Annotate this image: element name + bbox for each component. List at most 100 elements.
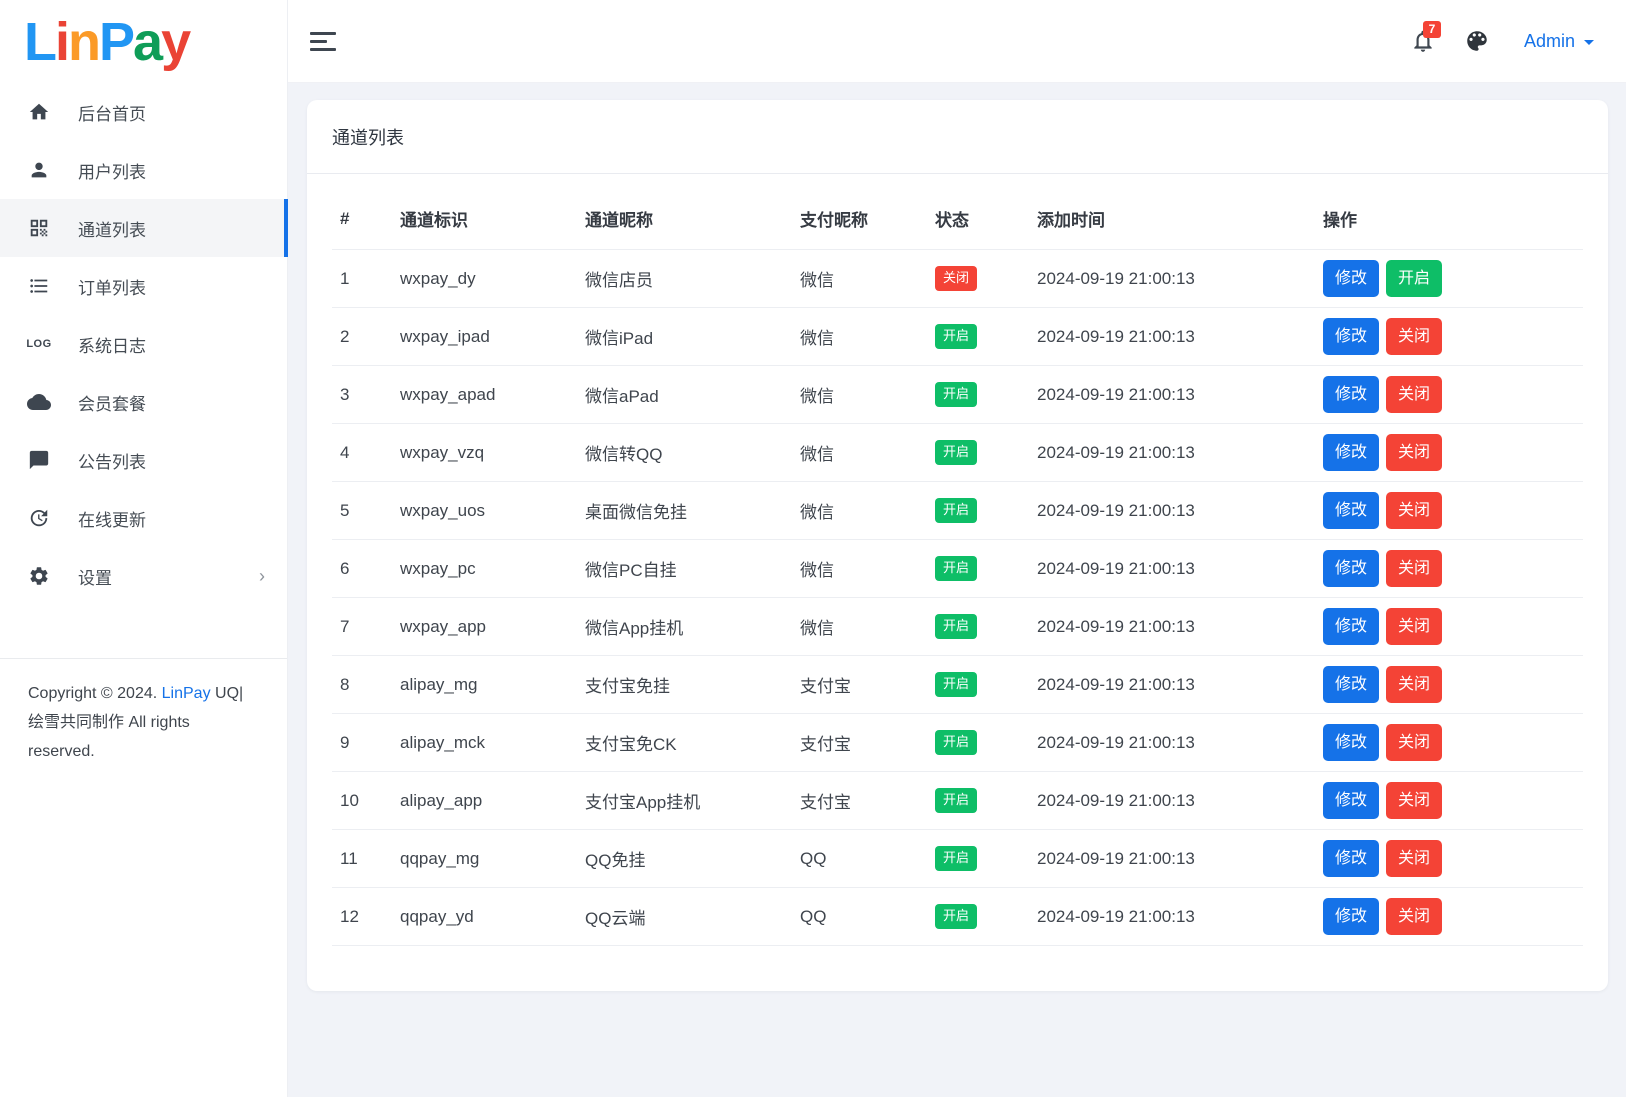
theme-button[interactable] xyxy=(1464,28,1490,54)
sidebar-toggle-icon[interactable] xyxy=(310,27,336,56)
disable-button[interactable]: 关闭 xyxy=(1386,724,1442,761)
sidebar-item-notices[interactable]: 公告列表 xyxy=(0,431,287,489)
edit-button[interactable]: 修改 xyxy=(1323,782,1379,819)
table-row: 10alipay_app支付宝App挂机支付宝开启2024-09-19 21:0… xyxy=(332,772,1583,830)
brand-logo[interactable]: LinPay xyxy=(0,0,287,83)
edit-button[interactable]: 修改 xyxy=(1323,898,1379,935)
card-body: #通道标识通道昵称支付昵称状态添加时间操作 1wxpay_dy微信店员微信关闭2… xyxy=(307,174,1608,991)
status-badge: 开启 xyxy=(935,382,977,406)
chevron-down-icon xyxy=(1584,40,1594,45)
copyright-brand-link[interactable]: LinPay xyxy=(162,685,211,702)
edit-button[interactable]: 修改 xyxy=(1323,376,1379,413)
main-area: 7 Admin 通道列表 xyxy=(288,0,1626,1097)
column-header: # xyxy=(332,194,392,250)
message-icon xyxy=(27,448,51,472)
row-index: 12 xyxy=(332,888,392,946)
user-menu[interactable]: Admin xyxy=(1524,31,1594,52)
channel-nickname: 微信转QQ xyxy=(577,424,792,482)
channel-nickname: 微信App挂机 xyxy=(577,598,792,656)
disable-button[interactable]: 关闭 xyxy=(1386,550,1442,587)
status-badge: 开启 xyxy=(935,498,977,522)
edit-button[interactable]: 修改 xyxy=(1323,608,1379,645)
table-row: 9alipay_mck支付宝免CK支付宝开启2024-09-19 21:00:1… xyxy=(332,714,1583,772)
topbar-right: 7 Admin xyxy=(1410,28,1594,54)
sidebar-item-label: 会员套餐 xyxy=(78,390,146,415)
sidebar-item-label: 设置 xyxy=(78,564,112,589)
palette-icon xyxy=(1464,28,1490,54)
actions-cell: 修改关闭 xyxy=(1315,366,1583,424)
channel-nickname: 微信aPad xyxy=(577,366,792,424)
actions-cell: 修改关闭 xyxy=(1315,424,1583,482)
disable-button[interactable]: 关闭 xyxy=(1386,840,1442,877)
card-title: 通道列表 xyxy=(307,100,1608,174)
disable-button[interactable]: 关闭 xyxy=(1386,898,1442,935)
actions-cell: 修改关闭 xyxy=(1315,540,1583,598)
home-icon xyxy=(27,100,51,124)
disable-button[interactable]: 关闭 xyxy=(1386,666,1442,703)
table-row: 3wxpay_apad微信aPad微信开启2024-09-19 21:00:13… xyxy=(332,366,1583,424)
status-cell: 开启 xyxy=(927,366,1029,424)
channel-table: #通道标识通道昵称支付昵称状态添加时间操作 1wxpay_dy微信店员微信关闭2… xyxy=(332,194,1583,946)
row-index: 9 xyxy=(332,714,392,772)
channel-code: wxpay_dy xyxy=(392,250,577,308)
table-row: 2wxpay_ipad微信iPad微信开启2024-09-19 21:00:13… xyxy=(332,308,1583,366)
sidebar-item-syslog[interactable]: LOG系统日志 xyxy=(0,315,287,373)
brand-letter: a xyxy=(133,11,161,73)
brand-letter: i xyxy=(55,11,68,73)
added-time: 2024-09-19 21:00:13 xyxy=(1029,772,1315,830)
sidebar-item-orders[interactable]: 订单列表 xyxy=(0,257,287,315)
enable-button[interactable]: 开启 xyxy=(1386,260,1442,297)
disable-button[interactable]: 关闭 xyxy=(1386,608,1442,645)
disable-button[interactable]: 关闭 xyxy=(1386,782,1442,819)
sidebar-item-users[interactable]: 用户列表 xyxy=(0,141,287,199)
sidebar-item-settings[interactable]: 设置 › xyxy=(0,547,287,605)
edit-button[interactable]: 修改 xyxy=(1323,724,1379,761)
channel-nickname: 微信PC自挂 xyxy=(577,540,792,598)
channel-nickname: QQ云端 xyxy=(577,888,792,946)
status-cell: 开启 xyxy=(927,482,1029,540)
sidebar-item-label: 订单列表 xyxy=(78,274,146,299)
gear-icon xyxy=(27,564,51,588)
pay-nickname: 支付宝 xyxy=(792,714,927,772)
table-row: 12qqpay_ydQQ云端QQ开启2024-09-19 21:00:13修改关… xyxy=(332,888,1583,946)
row-index: 10 xyxy=(332,772,392,830)
edit-button[interactable]: 修改 xyxy=(1323,318,1379,355)
pay-nickname: QQ xyxy=(792,888,927,946)
disable-button[interactable]: 关闭 xyxy=(1386,492,1442,529)
row-index: 8 xyxy=(332,656,392,714)
disable-button[interactable]: 关闭 xyxy=(1386,318,1442,355)
status-cell: 开启 xyxy=(927,830,1029,888)
actions-cell: 修改开启 xyxy=(1315,250,1583,308)
status-badge: 开启 xyxy=(935,846,977,870)
status-badge: 关闭 xyxy=(935,266,977,290)
edit-button[interactable]: 修改 xyxy=(1323,666,1379,703)
pay-nickname: 微信 xyxy=(792,424,927,482)
sidebar-item-update[interactable]: 在线更新 xyxy=(0,489,287,547)
channel-nickname: 支付宝免CK xyxy=(577,714,792,772)
pay-nickname: 支付宝 xyxy=(792,772,927,830)
table-header-row: #通道标识通道昵称支付昵称状态添加时间操作 xyxy=(332,194,1583,250)
sidebar-item-home[interactable]: 后台首页 xyxy=(0,83,287,141)
edit-button[interactable]: 修改 xyxy=(1323,260,1379,297)
qrcode-icon xyxy=(27,216,51,240)
sidebar-item-label: 系统日志 xyxy=(78,332,146,357)
brand-letter: L xyxy=(24,11,55,73)
edit-button[interactable]: 修改 xyxy=(1323,840,1379,877)
brand-letter: y xyxy=(161,11,189,73)
sidebar-item-packages[interactable]: 会员套餐 xyxy=(0,373,287,431)
sidebar-item-label: 用户列表 xyxy=(78,158,146,183)
disable-button[interactable]: 关闭 xyxy=(1386,376,1442,413)
table-row: 4wxpay_vzq微信转QQ微信开启2024-09-19 21:00:13修改… xyxy=(332,424,1583,482)
notifications-button[interactable]: 7 xyxy=(1410,28,1436,54)
edit-button[interactable]: 修改 xyxy=(1323,492,1379,529)
edit-button[interactable]: 修改 xyxy=(1323,434,1379,471)
row-index: 6 xyxy=(332,540,392,598)
sidebar-item-channels[interactable]: 通道列表 xyxy=(0,199,287,257)
added-time: 2024-09-19 21:00:13 xyxy=(1029,598,1315,656)
list-icon xyxy=(27,274,51,298)
edit-button[interactable]: 修改 xyxy=(1323,550,1379,587)
chevron-right-icon: › xyxy=(259,567,265,585)
disable-button[interactable]: 关闭 xyxy=(1386,434,1442,471)
channel-nickname: 微信iPad xyxy=(577,308,792,366)
actions-cell: 修改关闭 xyxy=(1315,482,1583,540)
